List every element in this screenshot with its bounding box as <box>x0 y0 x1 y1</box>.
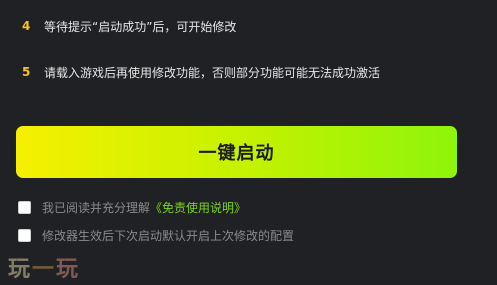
launch-button-label: 一键启动 <box>198 143 275 164</box>
one-click-launch-button[interactable]: 一键启动 <box>16 126 457 178</box>
step-text: 等待提示“启动成功”后，可开始修改 <box>44 19 237 34</box>
watermark-logo: 玩 一 玩 <box>8 252 80 282</box>
disclaimer-link[interactable]: 《免责使用说明》 <box>150 199 246 216</box>
watermark-char: 玩 <box>8 257 33 282</box>
step-number: 5 <box>22 65 31 79</box>
auto-enable-label: 修改器生效后下次启动默认开启上次修改的配置 <box>42 228 295 243</box>
step-number: 4 <box>22 19 31 33</box>
watermark-char: 一 <box>32 257 57 282</box>
agreement-checkbox[interactable] <box>18 200 31 214</box>
step-text: 请载入游戏后再使用修改功能，否则部分功能可能无法成功激活 <box>44 65 381 80</box>
watermark-char: 玩 <box>56 257 81 282</box>
auto-enable-row: 修改器生效后下次启动默认开启上次修改的配置 <box>16 226 294 244</box>
agreement-row: 我已阅读并充分理解 《免责使用说明》 <box>16 198 246 216</box>
agreement-label: 我已阅读并充分理解 <box>42 200 151 215</box>
auto-enable-checkbox[interactable] <box>18 228 31 242</box>
